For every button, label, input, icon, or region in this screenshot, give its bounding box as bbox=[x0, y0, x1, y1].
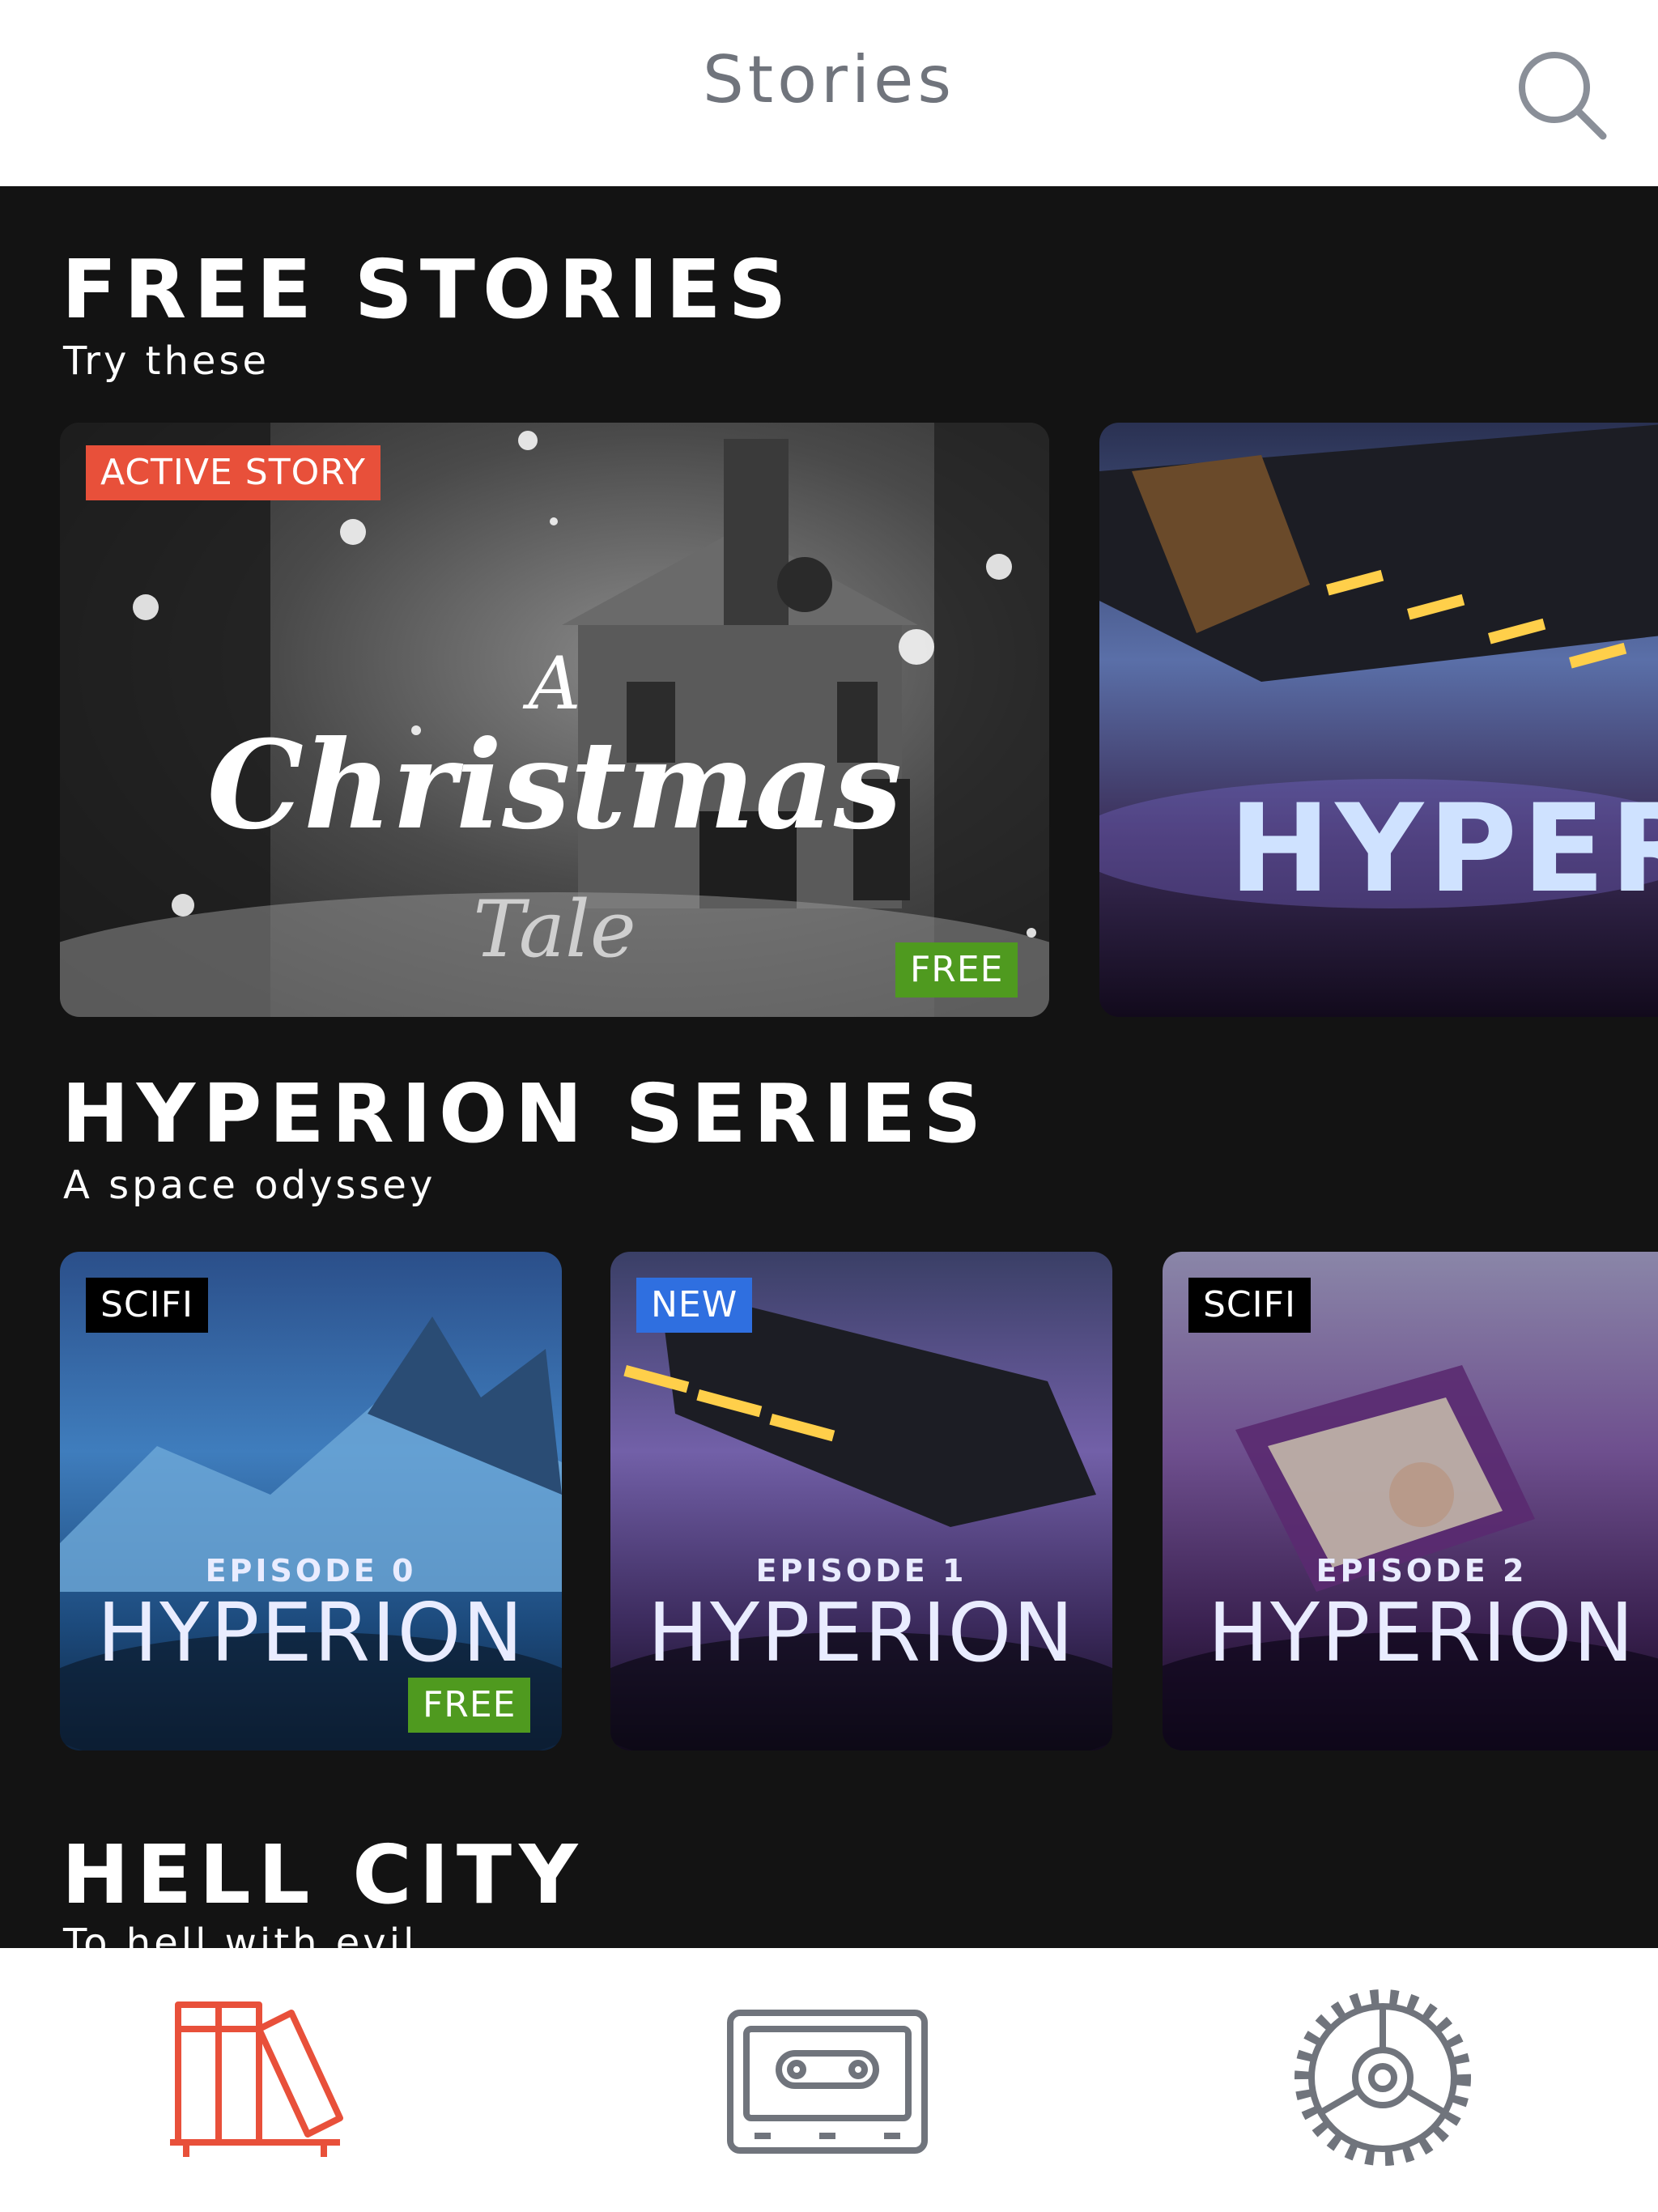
scifi-badge: SCIFI bbox=[86, 1278, 208, 1333]
episode-0-title: HYPERION bbox=[96, 1585, 525, 1680]
episode-1-label: EPISODE 1 bbox=[755, 1553, 967, 1589]
section-title-hell-city: HELL CITY bbox=[62, 1827, 585, 1922]
page-title: Stories bbox=[702, 42, 956, 117]
bottom-tab-bar bbox=[0, 1948, 1658, 2212]
episode-0-label: EPISODE 0 bbox=[205, 1553, 417, 1589]
gear-settings-icon[interactable] bbox=[1278, 1980, 1488, 2175]
library-books-icon[interactable] bbox=[154, 1980, 364, 2175]
section-subtitle-hyperion-series: A space odyssey bbox=[63, 1163, 436, 1208]
cassette-tape-icon[interactable] bbox=[722, 1980, 933, 2175]
episode-card-0[interactable]: EPISODE 0 HYPERION SCIFI FREE bbox=[60, 1252, 562, 1750]
episode-card-2[interactable]: EPISODE 2 HYPERION SCIFI bbox=[1163, 1252, 1658, 1750]
section-title-hyperion-series: HYPERION SERIES bbox=[62, 1066, 989, 1161]
free-badge: FREE bbox=[408, 1678, 531, 1733]
episode-2-title: HYPERION bbox=[1207, 1585, 1636, 1680]
cover-title-hyper: HYPER bbox=[1229, 779, 1658, 920]
section-subtitle-free-stories: Try these bbox=[63, 338, 270, 384]
search-icon[interactable] bbox=[1512, 45, 1609, 143]
cover-title-christmas: Christmas bbox=[206, 714, 903, 857]
section-title-free-stories: FREE STORIES bbox=[62, 242, 794, 337]
hyperion-cover-art bbox=[1099, 424, 1658, 908]
episode-2-label: EPISODE 2 bbox=[1316, 1553, 1528, 1589]
new-badge: NEW bbox=[636, 1278, 753, 1333]
scifi-badge: SCIFI bbox=[1188, 1278, 1311, 1333]
stories-feed[interactable]: FREE STORIES Try these A Christmas Tale … bbox=[0, 186, 1658, 1948]
story-card-christmas-tale[interactable]: A Christmas Tale ACTIVE STORY FREE bbox=[60, 423, 1049, 1017]
story-card-hyperion[interactable]: HYPER bbox=[1099, 423, 1658, 1017]
episode-1-title: HYPERION bbox=[647, 1585, 1076, 1680]
top-bar: Stories bbox=[0, 0, 1658, 186]
free-badge: FREE bbox=[895, 942, 1018, 998]
episode-card-1[interactable]: EPISODE 1 HYPERION NEW bbox=[610, 1252, 1112, 1750]
active-story-badge: ACTIVE STORY bbox=[86, 445, 380, 500]
section-subtitle-hell-city: To hell with evil bbox=[63, 1921, 418, 1948]
